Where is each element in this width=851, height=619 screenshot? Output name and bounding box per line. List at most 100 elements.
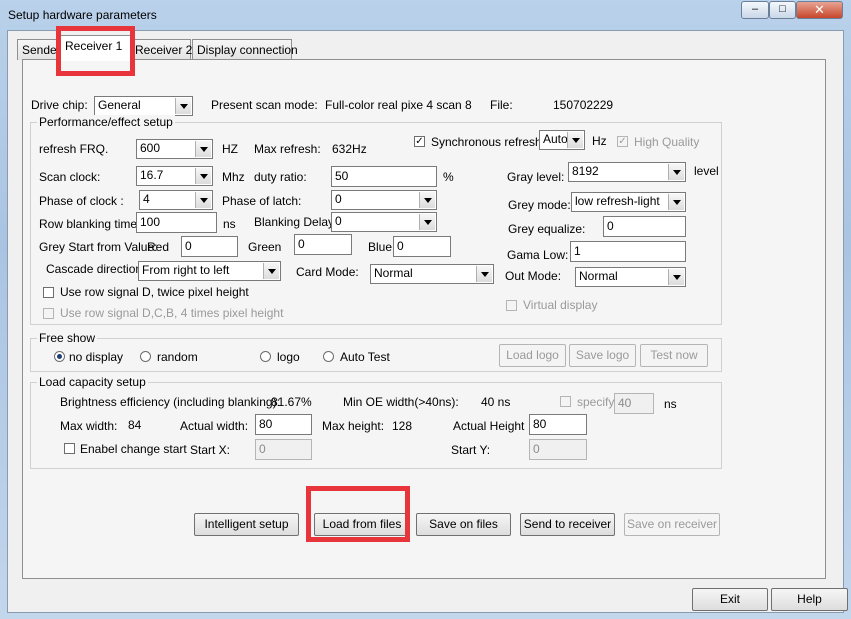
sync-refresh-checkbox[interactable]: ✓ (414, 136, 425, 147)
gray-level-label: Gray level: (507, 170, 565, 184)
load-capacity-group-title: Load capacity setup (37, 375, 148, 389)
actual-width-input[interactable]: 80 (255, 414, 312, 435)
row-signal-d-checkbox[interactable] (43, 287, 54, 298)
auto-test-label: Auto Test (340, 350, 390, 364)
blanking-delay-select[interactable]: 0 (331, 212, 437, 232)
logo-label: logo (277, 350, 300, 364)
chevron-down-icon (668, 164, 684, 180)
intelligent-setup-button[interactable]: Intelligent setup (194, 513, 299, 536)
scan-clock-value: 16.7 (140, 168, 164, 182)
drive-chip-select[interactable]: General (94, 96, 193, 116)
percent-unit: % (443, 170, 454, 184)
gray-level-select[interactable]: 8192 (568, 162, 686, 182)
phase-latch-select[interactable]: 0 (331, 190, 437, 210)
test-now-button[interactable]: Test now (640, 344, 708, 367)
max-refresh-value: 632Hz (332, 142, 367, 156)
out-mode-label: Out Mode: (505, 269, 562, 283)
row-blanking-input[interactable]: 100 (136, 212, 217, 233)
out-mode-select[interactable]: Normal (575, 267, 686, 287)
random-label: random (157, 350, 198, 364)
exit-button[interactable]: Exit (692, 588, 768, 611)
file-label: File: (490, 98, 513, 112)
save-on-receiver-button[interactable]: Save on receiver (624, 513, 720, 536)
cascade-direction-label: Cascade direction: (46, 262, 146, 276)
green-input[interactable]: 0 (294, 234, 352, 255)
max-height-label: Max height: (322, 419, 385, 433)
max-width-value: 84 (128, 418, 142, 432)
row-signal-dcb-label: Use row signal D,C,B, 4 times pixel heig… (60, 306, 284, 320)
virtual-display-checkbox[interactable] (506, 300, 517, 311)
help-button[interactable]: Help (771, 588, 848, 611)
start-y-input[interactable]: 0 (529, 439, 587, 460)
tab-receiver-2[interactable]: Receiver 2 (130, 39, 192, 60)
present-scan-value: Full-color real pixe 4 scan 8 (325, 98, 472, 112)
present-scan-label: Present scan mode: (211, 98, 318, 112)
out-mode-value: Normal (579, 269, 618, 283)
grey-mode-select[interactable]: low refresh-light (571, 192, 686, 212)
phase-latch-value: 0 (335, 192, 342, 206)
file-value: 150702229 (553, 98, 614, 112)
row-signal-dcb-checkbox[interactable] (43, 308, 54, 319)
save-logo-button[interactable]: Save logo (569, 344, 636, 367)
no-display-label: no display (69, 350, 124, 364)
chevron-down-icon (175, 98, 191, 114)
maximize-button[interactable]: □ (769, 1, 796, 19)
tab-sender[interactable]: Sende (17, 39, 59, 60)
gama-low-input[interactable]: 1 (570, 241, 686, 262)
specify-ns-unit: ns (664, 397, 677, 411)
brightness-label: Brightness efficiency (including blankin… (60, 395, 280, 409)
refresh-select[interactable]: 600 (136, 139, 213, 159)
radio-random[interactable] (140, 351, 151, 362)
enable-change-start-checkbox[interactable] (64, 443, 75, 454)
radio-logo[interactable] (260, 351, 271, 362)
specify-input[interactable]: 40 (614, 393, 654, 414)
close-button[interactable]: ✕ (796, 1, 843, 19)
min-oe-label: Min OE width(>40ns): (343, 395, 459, 409)
start-x-input[interactable]: 0 (255, 439, 312, 460)
actual-width-label: Actual width: (180, 419, 249, 433)
chevron-down-icon (567, 132, 583, 148)
chevron-down-icon (419, 192, 435, 208)
gray-level-value: 8192 (572, 164, 599, 178)
specify-checkbox[interactable] (560, 396, 571, 407)
highlight-receiver-1-tab (56, 26, 135, 76)
hz-unit: HZ (222, 142, 238, 156)
high-quality-checkbox[interactable]: ✓ (617, 136, 628, 147)
card-mode-select[interactable]: Normal (370, 264, 494, 284)
blue-input[interactable]: 0 (393, 236, 451, 257)
sync-hz-unit: Hz (592, 134, 607, 148)
min-oe-value: 40 ns (481, 395, 511, 409)
phase-clock-select[interactable]: 4 (139, 190, 213, 210)
cascade-direction-select[interactable]: From right to left (138, 261, 281, 281)
dialog-window: Setup hardware parameters – □ ✕ Sende Re… (0, 0, 851, 619)
chevron-down-icon (419, 214, 435, 230)
send-to-receiver-button[interactable]: Send to receiver (520, 513, 615, 536)
duty-ratio-input[interactable]: 50 (331, 166, 437, 187)
actual-height-label: Actual Height (453, 419, 525, 433)
radio-no-display[interactable] (54, 351, 65, 362)
grey-mode-label: Grey mode: (508, 198, 571, 212)
chevron-down-icon (195, 192, 211, 208)
max-refresh-label: Max refresh: (254, 142, 321, 156)
scan-clock-label: Scan clock: (39, 170, 101, 184)
radio-auto-test[interactable] (323, 351, 334, 362)
scan-clock-select[interactable]: 16.7 (136, 166, 213, 186)
max-width-label: Max width: (60, 419, 118, 433)
free-show-group-title: Free show (37, 331, 98, 345)
refresh-label: refresh FRQ. (39, 142, 109, 156)
sync-refresh-select[interactable]: Auto (539, 130, 585, 150)
red-input[interactable]: 0 (181, 236, 238, 257)
receiver-1-panel: Drive chip: General Present scan mode: F… (22, 59, 826, 579)
load-logo-button[interactable]: Load logo (499, 344, 566, 367)
cascade-direction-value: From right to left (142, 263, 230, 277)
drive-chip-value: General (98, 98, 141, 112)
actual-height-input[interactable]: 80 (529, 414, 587, 435)
ns-unit: ns (223, 217, 236, 231)
start-y-label: Start Y: (451, 443, 491, 457)
highlight-load-from-files (306, 486, 410, 542)
tab-display-connection[interactable]: Display connection (192, 39, 298, 60)
save-on-files-button[interactable]: Save on files (416, 513, 511, 536)
grey-mode-value: low refresh-light (575, 194, 660, 208)
grey-equalize-input[interactable]: 0 (603, 216, 686, 237)
minimize-button[interactable]: – (741, 1, 769, 19)
